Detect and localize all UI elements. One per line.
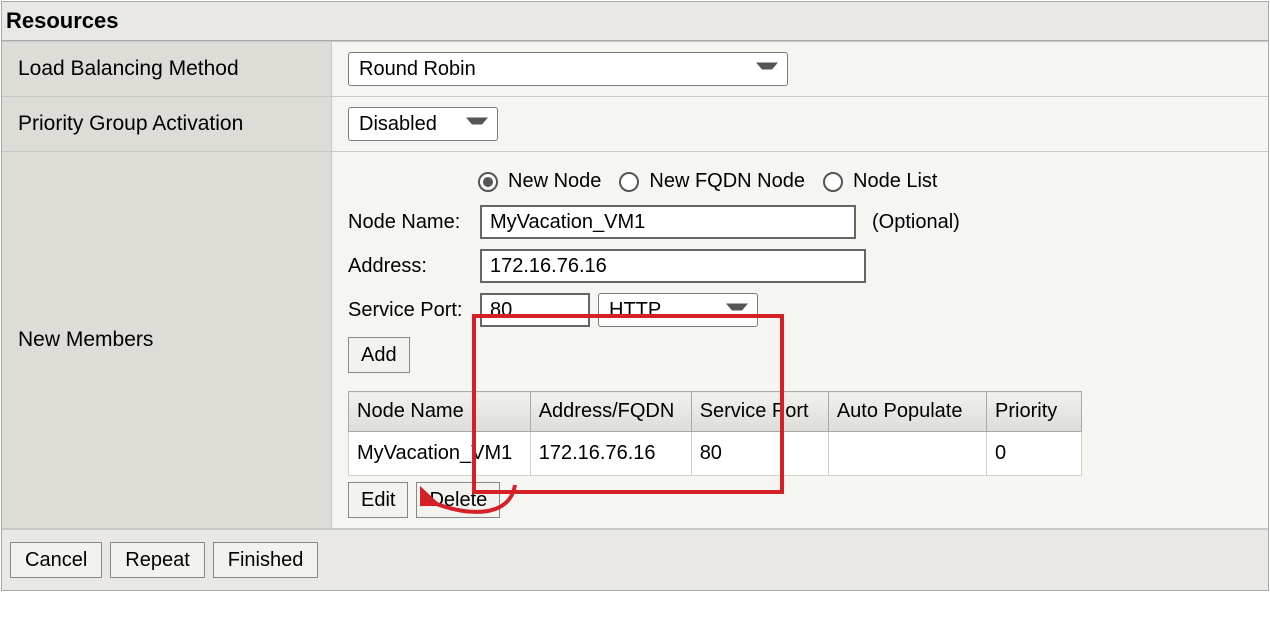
label-address: Address: bbox=[348, 255, 468, 278]
resources-panel: Resources Load Balancing Method Round Ro… bbox=[1, 1, 1269, 591]
row-priority-group: Priority Group Activation Disabled bbox=[2, 97, 1268, 152]
label-node-name: Node Name: bbox=[348, 211, 468, 234]
cell-priority-group: Disabled bbox=[332, 97, 1268, 151]
table-actions: Edit Delete bbox=[348, 482, 1252, 518]
finished-button[interactable]: Finished bbox=[213, 542, 319, 578]
service-port-protocol-select[interactable]: HTTP bbox=[598, 293, 758, 327]
field-node-name: Node Name: (Optional) bbox=[348, 205, 1252, 239]
node-name-optional: (Optional) bbox=[872, 211, 960, 234]
cell-node-name: MyVacation_VM1 bbox=[349, 432, 531, 476]
label-priority-group: Priority Group Activation bbox=[2, 97, 332, 151]
col-address-fqdn: Address/FQDN bbox=[530, 392, 691, 432]
add-button-row: Add bbox=[348, 337, 1252, 373]
lb-method-select[interactable]: Round Robin bbox=[348, 52, 788, 86]
repeat-button[interactable]: Repeat bbox=[110, 542, 205, 578]
row-lb-method: Load Balancing Method Round Robin bbox=[2, 41, 1268, 97]
table-row[interactable]: MyVacation_VM1 172.16.76.16 80 0 bbox=[349, 432, 1082, 476]
lb-method-select-wrap[interactable]: Round Robin bbox=[348, 52, 788, 86]
col-node-name: Node Name bbox=[349, 392, 531, 432]
members-table-header-row: Node Name Address/FQDN Service Port Auto… bbox=[349, 392, 1082, 432]
label-new-members: New Members bbox=[2, 152, 332, 528]
cancel-button[interactable]: Cancel bbox=[10, 542, 102, 578]
footer-buttons: Cancel Repeat Finished bbox=[2, 529, 1268, 590]
delete-button[interactable]: Delete bbox=[416, 482, 500, 518]
cell-address-fqdn: 172.16.76.16 bbox=[530, 432, 691, 476]
cell-auto-populate bbox=[828, 432, 986, 476]
input-node-name[interactable] bbox=[480, 205, 856, 239]
radio-new-node-label: New Node bbox=[508, 170, 601, 193]
priority-group-select-wrap[interactable]: Disabled bbox=[348, 107, 498, 141]
add-button[interactable]: Add bbox=[348, 337, 410, 373]
label-lb-method: Load Balancing Method bbox=[2, 42, 332, 96]
field-service-port: Service Port: HTTP bbox=[348, 293, 1252, 327]
edit-button[interactable]: Edit bbox=[348, 482, 408, 518]
field-address: Address: bbox=[348, 249, 1252, 283]
node-type-radio-group: New Node New FQDN Node Node List bbox=[478, 170, 1252, 193]
radio-new-fqdn-node-label: New FQDN Node bbox=[649, 170, 805, 193]
radio-node-list[interactable] bbox=[823, 172, 843, 192]
row-new-members: New Members New Node New FQDN Node Node … bbox=[2, 152, 1268, 529]
radio-node-list-label: Node List bbox=[853, 170, 938, 193]
input-address[interactable] bbox=[480, 249, 866, 283]
radio-new-node[interactable] bbox=[478, 172, 498, 192]
cell-service-port: 80 bbox=[691, 432, 828, 476]
label-service-port: Service Port: bbox=[348, 299, 468, 322]
members-table: Node Name Address/FQDN Service Port Auto… bbox=[348, 391, 1082, 476]
radio-new-fqdn-node[interactable] bbox=[619, 172, 639, 192]
cell-priority: 0 bbox=[987, 432, 1082, 476]
col-auto-populate: Auto Populate bbox=[828, 392, 986, 432]
col-priority: Priority bbox=[987, 392, 1082, 432]
cell-lb-method: Round Robin bbox=[332, 42, 1268, 96]
col-service-port: Service Port bbox=[691, 392, 828, 432]
cell-new-members: New Node New FQDN Node Node List Node Na… bbox=[332, 152, 1268, 528]
input-service-port[interactable] bbox=[480, 293, 590, 327]
service-port-protocol-wrap[interactable]: HTTP bbox=[598, 293, 758, 327]
section-title: Resources bbox=[2, 2, 1268, 41]
priority-group-select[interactable]: Disabled bbox=[348, 107, 498, 141]
